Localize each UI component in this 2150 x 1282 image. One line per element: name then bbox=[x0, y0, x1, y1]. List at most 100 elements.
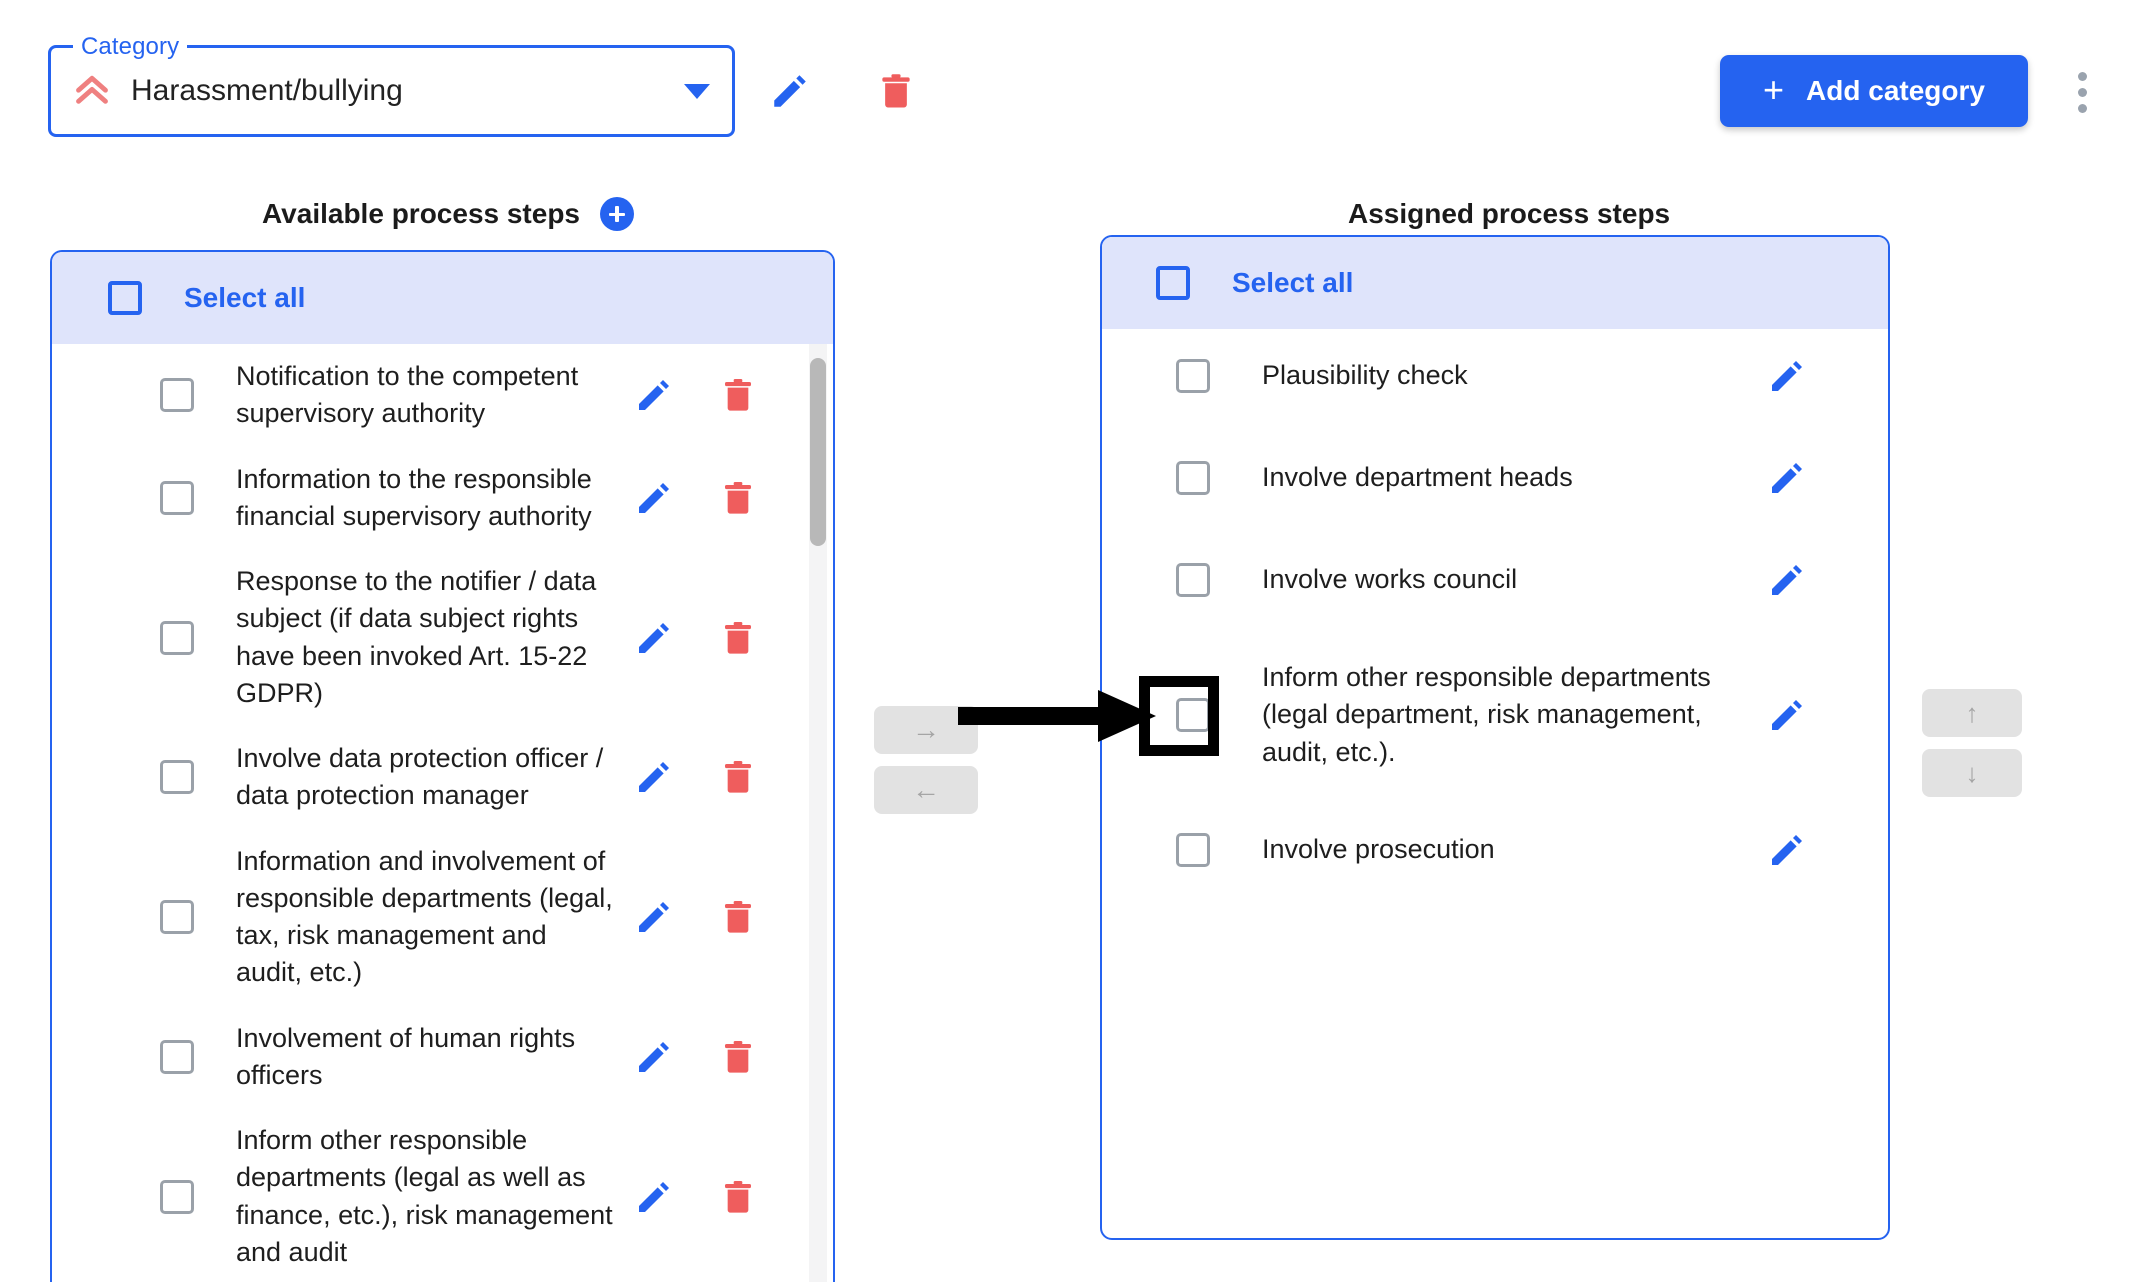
delete-process-step-button[interactable] bbox=[715, 372, 761, 418]
delete-process-step-button[interactable] bbox=[715, 754, 761, 800]
process-step-row[interactable]: Response to the notifier / data subject … bbox=[52, 549, 833, 726]
move-step-up-button[interactable]: ↑ bbox=[1922, 689, 2022, 737]
edit-process-step-button[interactable] bbox=[1764, 353, 1810, 399]
pencil-icon bbox=[639, 1181, 669, 1212]
process-step-actions bbox=[631, 754, 761, 800]
process-step-row[interactable]: Involve department heads bbox=[1102, 441, 1888, 515]
edit-process-step-button[interactable] bbox=[631, 894, 677, 940]
pencil-icon bbox=[1772, 699, 1802, 730]
process-step-actions bbox=[1764, 692, 1810, 738]
pencil-icon bbox=[639, 762, 669, 793]
chevron-down-icon[interactable] bbox=[684, 83, 710, 99]
available-steps-list: Notification to the competent supervisor… bbox=[52, 344, 833, 1282]
pencil-icon bbox=[1772, 361, 1802, 391]
available-steps-scrollbar[interactable] bbox=[809, 344, 827, 1282]
move-step-down-button[interactable]: ↓ bbox=[1922, 749, 2022, 797]
process-step-actions bbox=[631, 615, 761, 661]
trash-icon bbox=[725, 379, 751, 411]
pencil-icon bbox=[1772, 463, 1802, 493]
process-step-actions bbox=[631, 372, 761, 418]
edit-process-step-button[interactable] bbox=[631, 1174, 677, 1220]
delete-process-step-button[interactable] bbox=[715, 1174, 761, 1220]
process-step-checkbox[interactable] bbox=[160, 1179, 194, 1214]
trash-icon bbox=[725, 901, 751, 933]
delete-category-button[interactable] bbox=[868, 63, 924, 119]
trash-icon bbox=[725, 481, 751, 514]
more-vertical-icon-dot bbox=[2077, 103, 2087, 113]
process-step-label: Response to the notifier / data subject … bbox=[236, 566, 597, 708]
process-step-row[interactable]: Involve data protection officer / data p… bbox=[52, 726, 833, 829]
edit-process-step-button[interactable] bbox=[631, 372, 677, 418]
process-step-actions bbox=[1764, 557, 1810, 603]
edit-process-step-button[interactable] bbox=[631, 475, 677, 521]
process-step-actions bbox=[1764, 353, 1810, 399]
trash-icon bbox=[725, 761, 751, 793]
available-steps-scrollbar-thumb[interactable] bbox=[810, 358, 826, 546]
assign-step-button[interactable]: → bbox=[874, 706, 978, 754]
process-step-checkbox[interactable] bbox=[160, 900, 194, 934]
delete-process-step-button[interactable] bbox=[715, 615, 761, 661]
trash-icon bbox=[725, 1040, 751, 1073]
delete-process-step-button[interactable] bbox=[715, 894, 761, 940]
process-step-checkbox[interactable] bbox=[160, 1039, 194, 1074]
pencil-icon bbox=[1772, 834, 1802, 865]
process-step-label: Involvement of human rights officers bbox=[236, 1022, 576, 1090]
assigned-steps-panel: Select all Plausibility check Involve dep… bbox=[1100, 235, 1890, 1240]
delete-process-step-button[interactable] bbox=[715, 1034, 761, 1080]
edit-process-step-button[interactable] bbox=[1764, 827, 1810, 873]
process-step-checkbox[interactable] bbox=[1176, 563, 1210, 597]
process-step-label: Inform other responsible departments (le… bbox=[1262, 662, 1711, 767]
process-step-checkbox[interactable] bbox=[1176, 461, 1210, 495]
edit-process-step-button[interactable] bbox=[1764, 557, 1810, 603]
assigned-select-all-row[interactable]: Select all bbox=[1102, 237, 1888, 329]
process-step-row[interactable]: Involvement of human rights officers bbox=[52, 1006, 833, 1109]
process-step-row[interactable]: Notification to the competent supervisor… bbox=[52, 344, 833, 447]
process-step-row[interactable]: Inform other responsible departments (le… bbox=[1102, 645, 1888, 785]
unassign-step-button[interactable]: ← bbox=[874, 766, 978, 814]
process-step-row[interactable]: Information to the responsible financial… bbox=[52, 447, 833, 550]
trash-icon bbox=[725, 621, 751, 654]
edit-process-step-button[interactable] bbox=[1764, 692, 1810, 738]
edit-process-step-button[interactable] bbox=[1764, 455, 1810, 501]
edit-category-button[interactable] bbox=[762, 63, 818, 119]
process-step-checkbox[interactable] bbox=[160, 760, 194, 795]
process-step-label: Involve prosecution bbox=[1262, 834, 1495, 865]
category-selected-value: Harassment/bullying bbox=[131, 74, 403, 107]
more-options-button[interactable] bbox=[2054, 62, 2110, 122]
assigned-steps-list: Plausibility check Involve department hea… bbox=[1102, 329, 1888, 1238]
process-step-checkbox[interactable] bbox=[1176, 697, 1210, 732]
process-step-row[interactable]: Plausibility check bbox=[1102, 339, 1888, 413]
edit-process-step-button[interactable] bbox=[631, 754, 677, 800]
edit-process-step-button[interactable] bbox=[631, 615, 677, 661]
available-select-all-label: Select all bbox=[184, 282, 306, 313]
process-step-row[interactable]: Involve prosecution bbox=[1102, 813, 1888, 887]
process-step-checkbox[interactable] bbox=[1176, 359, 1210, 393]
transfer-buttons: → ← bbox=[874, 706, 978, 814]
assigned-steps-title: Assigned process steps bbox=[1348, 198, 1670, 230]
process-step-actions bbox=[631, 1034, 761, 1080]
add-process-step-button[interactable] bbox=[600, 197, 635, 231]
process-step-checkbox[interactable] bbox=[160, 480, 194, 515]
process-step-checkbox[interactable] bbox=[160, 378, 194, 413]
process-step-checkbox[interactable] bbox=[1176, 832, 1210, 867]
delete-process-step-button[interactable] bbox=[715, 475, 761, 521]
process-step-row[interactable]: Involve works council bbox=[1102, 543, 1888, 617]
process-step-row[interactable]: Inform other responsible departments (le… bbox=[52, 1108, 833, 1282]
pencil-icon bbox=[639, 482, 669, 513]
add-category-label: Add category bbox=[1806, 75, 1985, 106]
available-select-all-checkbox[interactable] bbox=[108, 281, 142, 315]
process-step-checkbox[interactable] bbox=[160, 620, 194, 655]
reorder-buttons: ↑ ↓ bbox=[1922, 689, 2022, 797]
edit-process-step-button[interactable] bbox=[631, 1034, 677, 1080]
process-step-actions bbox=[1764, 827, 1810, 873]
process-step-actions bbox=[631, 1174, 761, 1220]
add-category-button[interactable]: + Add category bbox=[1720, 55, 2028, 127]
available-select-all-row[interactable]: Select all bbox=[52, 252, 833, 344]
assigned-select-all-label: Select all bbox=[1232, 267, 1354, 298]
process-step-row[interactable]: Information and involvement of responsib… bbox=[52, 829, 833, 1006]
process-step-label: Involve department heads bbox=[1262, 462, 1573, 493]
assigned-select-all-checkbox[interactable] bbox=[1156, 266, 1190, 300]
category-select[interactable]: Category Harassment/bullying bbox=[48, 33, 735, 137]
assigned-steps-title-label: Assigned process steps bbox=[1348, 198, 1671, 229]
pencil-icon bbox=[639, 622, 669, 653]
